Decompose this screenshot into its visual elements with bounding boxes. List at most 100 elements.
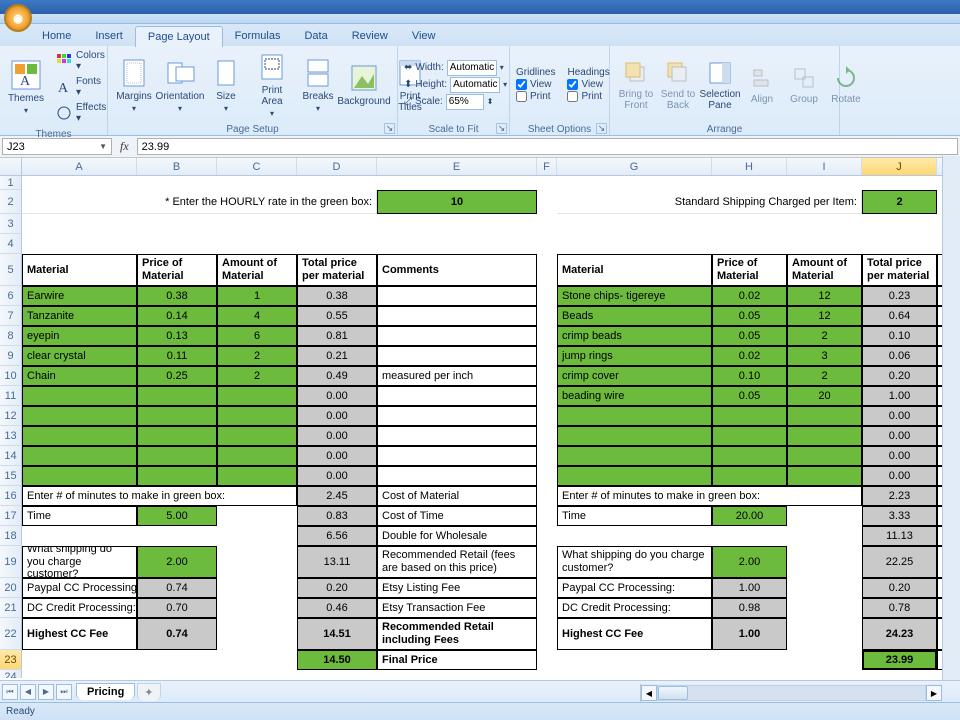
cell[interactable]: 14.51: [297, 618, 377, 650]
col-header-G[interactable]: G: [557, 158, 712, 175]
selection-pane-button[interactable]: Selection Pane: [700, 57, 740, 113]
cell[interactable]: 0.49: [297, 366, 377, 386]
cell[interactable]: crimp beads: [557, 326, 712, 346]
row-header-3[interactable]: 3: [0, 214, 22, 234]
cell[interactable]: * Enter the HOURLY rate in the green box…: [22, 190, 377, 214]
cell[interactable]: [217, 466, 297, 486]
cell[interactable]: Highest CC Fee: [22, 618, 137, 650]
row-header-1[interactable]: 1: [0, 176, 22, 190]
sheet-tab-pricing[interactable]: Pricing: [76, 683, 135, 700]
row-header-6[interactable]: 6: [0, 286, 22, 306]
col-header-A[interactable]: A: [22, 158, 137, 175]
rotate-button[interactable]: Rotate: [826, 62, 866, 107]
cell[interactable]: 13.11: [297, 546, 377, 578]
cell[interactable]: [137, 446, 217, 466]
cell[interactable]: [557, 426, 712, 446]
cell[interactable]: 0.38: [297, 286, 377, 306]
cell[interactable]: 0.78: [862, 598, 937, 618]
cell[interactable]: [557, 446, 712, 466]
cell[interactable]: jump rings: [557, 346, 712, 366]
cell[interactable]: 0.70: [137, 598, 217, 618]
cell[interactable]: Paypal CC Processing:: [557, 578, 712, 598]
cell[interactable]: 2: [787, 326, 862, 346]
cell[interactable]: Price of Material: [137, 254, 217, 286]
scale-dialog-launcher[interactable]: ↘: [496, 123, 507, 134]
row-header-16[interactable]: 16: [0, 486, 22, 506]
cell[interactable]: 0.38: [137, 286, 217, 306]
cell[interactable]: 0.23: [862, 286, 937, 306]
themes-colors[interactable]: Colors ▾: [52, 48, 110, 74]
cell[interactable]: 1.00: [712, 618, 787, 650]
row-header-8[interactable]: 8: [0, 326, 22, 346]
cell[interactable]: Cost of Time: [377, 506, 537, 526]
cell[interactable]: [22, 386, 137, 406]
cell[interactable]: [217, 386, 297, 406]
group-button[interactable]: Group: [784, 62, 824, 107]
cell[interactable]: Comments: [377, 254, 537, 286]
cell[interactable]: 12: [787, 306, 862, 326]
cell[interactable]: 0.02: [712, 346, 787, 366]
worksheet-grid[interactable]: ABCDEFGHIJ 12345678910111213141516171819…: [0, 158, 960, 678]
cell[interactable]: DC Credit Processing:: [557, 598, 712, 618]
cell[interactable]: [712, 426, 787, 446]
tab-home[interactable]: Home: [30, 26, 83, 46]
height-input[interactable]: [450, 77, 500, 93]
row-header-13[interactable]: 13: [0, 426, 22, 446]
cell[interactable]: [137, 426, 217, 446]
sheetopts-dialog-launcher[interactable]: ↘: [596, 123, 607, 134]
tab-page-layout[interactable]: Page Layout: [135, 26, 223, 47]
align-button[interactable]: Align: [742, 62, 782, 107]
cell[interactable]: 0.10: [712, 366, 787, 386]
formula-input[interactable]: 23.99: [137, 138, 958, 155]
cell[interactable]: 0.05: [712, 386, 787, 406]
cell[interactable]: 0.02: [712, 286, 787, 306]
hscroll-left[interactable]: ◀: [641, 685, 657, 701]
row-header-2[interactable]: 2: [0, 190, 22, 214]
orientation-button[interactable]: Orientation▾: [160, 55, 200, 115]
row-header-18[interactable]: 18: [0, 526, 22, 546]
cell[interactable]: Enter # of minutes to make in green box:: [557, 486, 862, 506]
tab-formulas[interactable]: Formulas: [223, 26, 293, 46]
cell[interactable]: What shipping do you charge customer?: [557, 546, 712, 578]
cell[interactable]: Amount of Material: [217, 254, 297, 286]
cell[interactable]: 0.46: [297, 598, 377, 618]
column-headers[interactable]: ABCDEFGHIJ: [0, 158, 960, 176]
cell[interactable]: 0.00: [297, 386, 377, 406]
horizontal-scrollbar[interactable]: ◀ ▶: [640, 684, 942, 702]
cell[interactable]: [22, 446, 137, 466]
row-header-17[interactable]: 17: [0, 506, 22, 526]
cell[interactable]: Double for Wholesale: [377, 526, 537, 546]
headings-print-check[interactable]: Print: [567, 91, 609, 102]
cell[interactable]: 12: [787, 286, 862, 306]
cell[interactable]: 4: [217, 306, 297, 326]
cell[interactable]: 0.00: [862, 466, 937, 486]
themes-button[interactable]: A Themes ▾: [6, 57, 46, 117]
cell[interactable]: 0.00: [862, 426, 937, 446]
cell[interactable]: 0.98: [712, 598, 787, 618]
size-button[interactable]: Size▾: [206, 55, 246, 115]
cell[interactable]: 0.00: [297, 466, 377, 486]
cell[interactable]: 0.74: [137, 618, 217, 650]
col-header-F[interactable]: F: [537, 158, 557, 175]
cell[interactable]: [712, 466, 787, 486]
row-header-4[interactable]: 4: [0, 234, 22, 254]
cell[interactable]: [557, 406, 712, 426]
cell[interactable]: What shipping do you charge customer?: [22, 546, 137, 578]
cell[interactable]: 6.56: [297, 526, 377, 546]
margins-button[interactable]: Margins▾: [114, 55, 154, 115]
office-button[interactable]: ◉: [4, 4, 32, 32]
selected-cell[interactable]: 23.99: [862, 650, 937, 670]
cell[interactable]: [377, 466, 537, 486]
cell[interactable]: [787, 406, 862, 426]
cell[interactable]: 0.00: [862, 406, 937, 426]
cell[interactable]: 0.00: [297, 406, 377, 426]
row-header-11[interactable]: 11: [0, 386, 22, 406]
cell[interactable]: clear crystal: [22, 346, 137, 366]
gridlines-view-check[interactable]: View: [516, 79, 555, 90]
cell[interactable]: 0.20: [862, 578, 937, 598]
tab-review[interactable]: Review: [340, 26, 400, 46]
hscroll-right[interactable]: ▶: [926, 685, 942, 701]
cell[interactable]: 2.00: [137, 546, 217, 578]
cell[interactable]: Final Price: [377, 650, 537, 670]
cell[interactable]: 2: [217, 346, 297, 366]
